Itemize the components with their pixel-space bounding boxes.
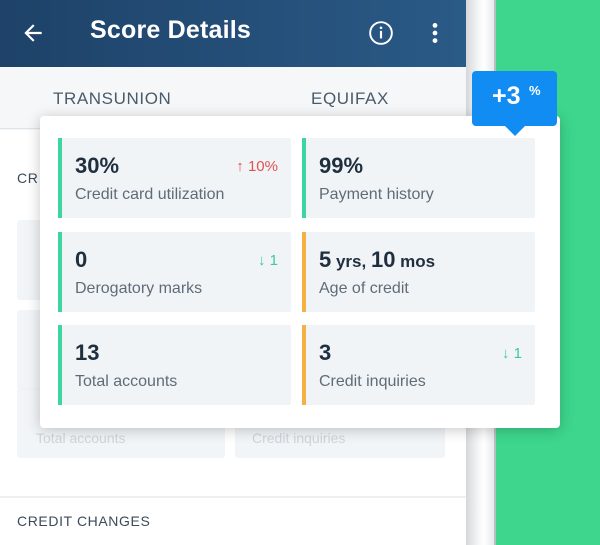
section-heading-partial: CR <box>17 170 39 186</box>
score-factors-popup: 30% ↑ 10% Credit card utilization 99% Pa… <box>40 116 560 428</box>
tab-equifax[interactable]: EQUIFAX <box>311 89 389 109</box>
accent-bar <box>302 232 306 312</box>
score-change-badge: +3 % <box>472 71 557 136</box>
accent-bar <box>58 232 62 312</box>
factor-card-age-of-credit[interactable]: 5 yrs, 10 mos Age of credit <box>302 232 535 312</box>
accent-bar <box>58 138 62 218</box>
factor-delta: ↑ 10% <box>236 158 278 175</box>
factor-card-total-accounts[interactable]: 13 Total accounts <box>58 325 291 405</box>
accent-bar <box>302 138 306 218</box>
factor-value: 3 <box>319 340 332 365</box>
factor-value: 13 <box>75 340 100 365</box>
factor-value-years: 5 <box>319 247 332 272</box>
accent-bar <box>58 325 62 405</box>
score-change-unit: % <box>529 83 541 98</box>
more-vert-icon[interactable] <box>428 20 442 46</box>
divider <box>0 496 466 498</box>
back-arrow-icon[interactable] <box>20 20 46 46</box>
factor-label: Age of credit <box>319 280 409 297</box>
factor-label: Credit card utilization <box>75 186 225 203</box>
tab-transunion[interactable]: TRANSUNION <box>53 89 171 109</box>
factor-card-credit-inquiries[interactable]: 3 ↓ 1 Credit inquiries <box>302 325 535 405</box>
factor-unit-years: yrs, <box>331 252 371 271</box>
factor-label: Credit inquiries <box>319 373 426 390</box>
factor-card-derogatory-marks[interactable]: 0 ↓ 1 Derogatory marks <box>58 232 291 312</box>
factor-value: 99% <box>319 153 364 178</box>
factor-unit-months: mos <box>395 252 436 271</box>
factor-value: 30% <box>75 153 120 178</box>
info-icon[interactable] <box>368 20 394 46</box>
factor-label: Total accounts <box>75 373 178 390</box>
factor-value-months: 10 <box>370 247 396 272</box>
factor-label: Payment history <box>319 186 434 203</box>
ghost-label: Credit inquiries <box>252 430 346 446</box>
factor-delta: ↓ 1 <box>257 252 278 269</box>
score-change-value: +3 <box>492 82 521 110</box>
badge-pointer <box>504 125 526 136</box>
accent-bar <box>302 325 306 405</box>
factor-value: 0 <box>75 247 88 272</box>
factor-card-payment-history[interactable]: 99% Payment history <box>302 138 535 218</box>
factor-card-credit-card-utilization[interactable]: 30% ↑ 10% Credit card utilization <box>58 138 291 218</box>
credit-changes-heading: CREDIT CHANGES <box>17 513 151 529</box>
page-title: Score Details <box>90 16 252 44</box>
factor-label: Derogatory marks <box>75 280 203 297</box>
ghost-label: Total accounts <box>36 430 126 446</box>
factor-delta: ↓ 1 <box>501 345 522 362</box>
app-bar: Score Details <box>0 0 466 67</box>
factor-value: 5 yrs, 10 mos <box>319 247 435 273</box>
